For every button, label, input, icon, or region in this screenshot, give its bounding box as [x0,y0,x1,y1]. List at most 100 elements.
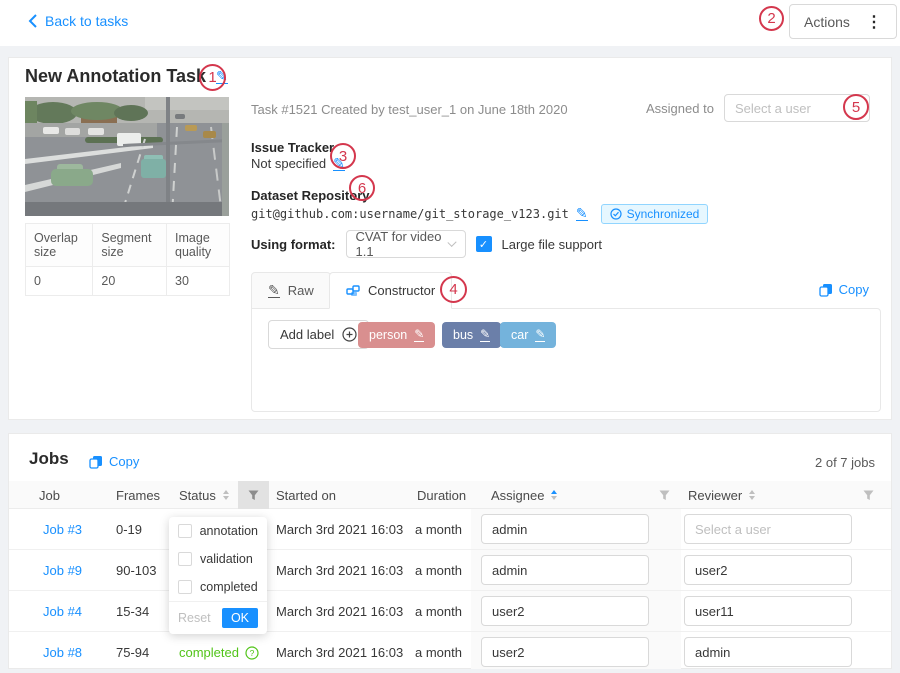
frames-cell: 90-103 [116,550,156,591]
job-link[interactable]: Job #9 [43,550,82,591]
page-title: New Annotation Task ✎ [25,66,228,87]
frames-cell: 0-19 [116,509,142,550]
edit-repo-icon[interactable]: ✎ [576,207,588,221]
filter-option-completed[interactable]: completed [169,573,267,601]
format-select[interactable]: CVAT for video 1.1 [346,230,466,258]
assignee-filter-button[interactable] [659,481,670,509]
assignee-input[interactable] [481,596,649,626]
question-circle-icon[interactable]: ? [245,646,259,660]
copy-labels-button[interactable]: Copy [819,282,869,297]
frames-cell: 75-94 [116,632,149,673]
add-label-button[interactable]: Add label [268,320,369,349]
filter-option-label: validation [200,552,253,566]
jobs-card: Jobs Copy 2 of 7 jobs Job Frames Status … [8,433,892,669]
reviewer-input[interactable] [684,637,852,667]
filter-option-annotation[interactable]: annotation [169,517,267,545]
copy-jobs-button[interactable]: Copy [89,454,139,469]
duration-cell: a month [415,550,462,591]
annotation-marker-2: 2 [759,6,784,31]
task-preview-image [25,97,229,216]
jobs-table-header: Job Frames Status Started on Duration As… [9,481,891,509]
large-file-label: Large file support [502,237,602,252]
issue-tracker-label: Issue Tracker [251,140,334,155]
job-link[interactable]: Job #8 [43,632,82,673]
edit-label-icon[interactable]: ✎ [480,328,490,342]
assignee-input[interactable] [481,555,649,585]
jobs-title: Jobs [29,449,69,469]
reviewer-filter-button[interactable] [863,481,874,509]
filter-funnel-icon [863,490,874,501]
sort-carets-icon [223,490,229,500]
sort-carets-icon [749,490,755,500]
jobs-count-text: 2 of 7 jobs [815,455,875,470]
status-filter-button[interactable] [238,481,269,509]
filter-ok-button[interactable]: OK [222,608,258,628]
label-chip-person[interactable]: person ✎ [358,322,435,348]
using-format-row: Using format: CVAT for video 1.1 ✓ Large… [251,230,602,258]
add-label-text: Add label [280,327,334,342]
table-row: Job #9 90-103 March 3rd 2021 16:03 a mon… [9,550,891,591]
filter-reset-button[interactable]: Reset [178,611,211,625]
param-value-segment: 20 [93,267,167,296]
large-file-checkbox[interactable]: ✓ [476,236,492,252]
col-assignee-label: Assignee [491,488,544,503]
back-to-tasks-link[interactable]: Back to tasks [28,13,128,29]
duration-cell: a month [415,632,462,673]
label-chip-text: person [369,328,407,342]
assignee-input[interactable] [481,514,649,544]
col-reviewer-sort[interactable]: Reviewer [688,481,755,509]
edit-label-icon[interactable]: ✎ [414,328,424,342]
format-selected-value: CVAT for video 1.1 [356,229,450,259]
filter-option-validation[interactable]: validation [169,545,267,573]
status-text: completed [179,645,239,660]
col-assignee-sort[interactable]: Assignee [491,481,557,509]
actions-label: Actions [804,14,850,30]
checkbox-icon[interactable] [178,552,192,566]
task-meta-text: Task #1521 Created by test_user_1 on Jun… [251,102,568,117]
edit-label-icon[interactable]: ✎ [535,328,545,342]
task-params-table: Overlap size Segment size Image quality … [25,223,230,296]
param-header-segment: Segment size [93,224,167,267]
checkbox-icon[interactable] [178,524,192,538]
started-cell: March 3rd 2021 16:03 [276,632,403,673]
col-status-sort[interactable]: Status [179,481,229,509]
duration-cell: a month [415,591,462,632]
col-job: Job [39,481,60,509]
started-cell: March 3rd 2021 16:03 [276,591,403,632]
col-started: Started on [276,481,336,509]
duration-cell: a month [415,509,462,550]
labels-constructor-panel: Add label person ✎ bus ✎ car ✎ [251,308,881,412]
sync-status-badge[interactable]: Synchronized [601,204,709,224]
svg-text:?: ? [250,648,255,658]
started-cell: March 3rd 2021 16:03 [276,550,403,591]
job-link[interactable]: Job #4 [43,591,82,632]
issue-tracker-text: Not specified [251,156,326,171]
reviewer-input[interactable] [684,555,852,585]
chevron-left-icon [28,14,37,28]
tab-constructor[interactable]: Constructor [329,272,452,309]
reviewer-input[interactable] [684,514,852,544]
actions-button[interactable]: Actions ⋮ [789,4,897,39]
annotation-marker-6: 6 [349,175,375,201]
dataset-repo-url[interactable]: git@github.com:username/git_storage_v123… [251,207,569,221]
annotation-marker-3: 3 [330,143,356,169]
sort-carets-icon [551,490,557,500]
label-chip-bus[interactable]: bus ✎ [442,322,501,348]
param-header-overlap: Overlap size [26,224,93,267]
tab-raw[interactable]: ✎ Raw [251,272,331,309]
label-chip-car[interactable]: car ✎ [500,322,556,348]
copy-icon [819,283,833,297]
col-duration: Duration [417,481,466,509]
job-link[interactable]: Job #3 [43,509,82,550]
filter-footer: Reset OK [169,601,267,634]
label-chip-text: car [511,328,528,342]
filter-option-label: completed [200,580,258,594]
copy-label: Copy [109,454,139,469]
assigned-to-label: Assigned to [646,101,714,116]
col-status-label: Status [179,488,216,503]
dataset-repo-value: git@github.com:username/git_storage_v123… [251,204,708,224]
checkbox-icon[interactable] [178,580,192,594]
reviewer-input[interactable] [684,596,852,626]
assignee-input[interactable] [481,637,649,667]
check-circle-icon [610,208,622,220]
